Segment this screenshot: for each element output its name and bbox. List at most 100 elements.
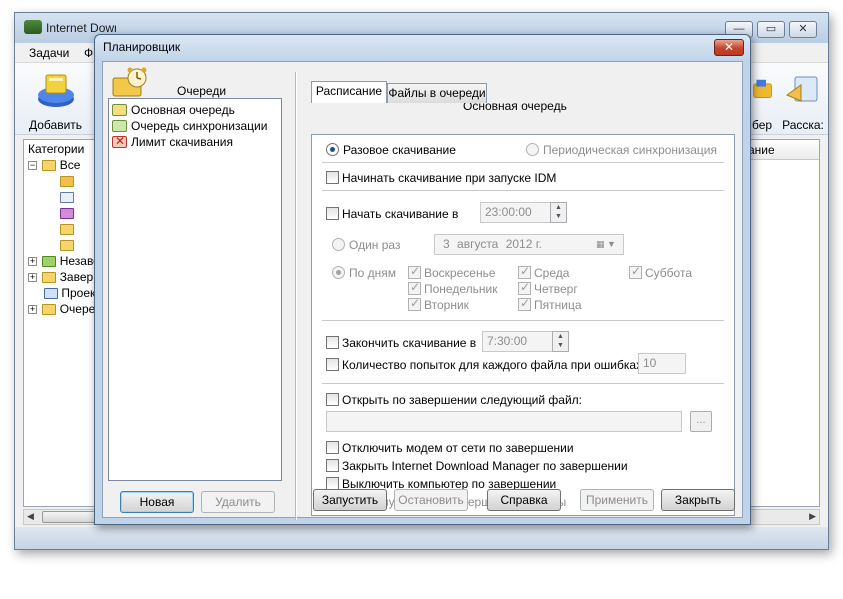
maximize-button[interactable]: ▭ xyxy=(757,21,785,38)
list-column-header[interactable]: ание xyxy=(746,140,819,160)
delete-queue-button[interactable]: Удалить xyxy=(201,491,275,513)
add-download-icon xyxy=(37,74,74,107)
checkbox-indicator xyxy=(518,264,531,279)
open-file-checkbox[interactable]: Открыть по завершении следующий файл: xyxy=(326,393,582,407)
stop-time-spinner[interactable]: ▲ ▼ xyxy=(552,331,569,352)
new-queue-button[interactable]: Новая xyxy=(120,491,194,513)
queue-label: Основная очередь xyxy=(131,103,235,117)
spin-down-icon[interactable]: ▼ xyxy=(553,341,568,350)
day-monday[interactable]: Понедельник xyxy=(408,280,498,296)
scrollbar-thumb[interactable] xyxy=(42,511,102,523)
grabber-icon xyxy=(753,79,772,98)
menu-file[interactable]: Ф xyxy=(84,46,93,60)
retries-field[interactable]: 10 xyxy=(638,353,686,374)
once-radio[interactable]: Один раз xyxy=(332,238,400,252)
tab-files-in-queue[interactable]: Файлы в очереди xyxy=(387,83,487,103)
finished-folder-icon xyxy=(42,272,57,284)
queue-item-limit[interactable]: Лимит скачивания xyxy=(112,134,233,151)
queue-label: Лимит скачивания xyxy=(131,135,233,149)
compressed-folder-icon xyxy=(60,176,74,188)
tab-schedule[interactable]: Расписание xyxy=(311,81,387,103)
help-button[interactable]: Справка xyxy=(487,489,561,511)
tree-sub-item[interactable] xyxy=(58,174,74,190)
sync-queue-icon xyxy=(112,120,127,132)
day-saturday[interactable]: Суббота xyxy=(629,264,692,280)
scroll-left-icon[interactable]: ◀ xyxy=(27,511,34,522)
queues-folder-icon xyxy=(42,304,57,316)
queues-list[interactable]: Основная очередь Очередь синхронизации Л… xyxy=(108,98,282,481)
date-year: 2012 г. xyxy=(505,237,542,251)
spin-down-icon[interactable]: ▼ xyxy=(551,212,566,221)
checkbox-indicator xyxy=(326,393,339,406)
stop-at-label: Закончить скачивание в xyxy=(342,336,477,350)
retries-checkbox[interactable]: Количество попыток для каждого файла при… xyxy=(326,358,645,372)
browse-file-button[interactable]: ... xyxy=(690,411,712,432)
tree-sub-item[interactable] xyxy=(58,238,74,254)
periodic-sync-radio[interactable]: Периодическая синхронизация xyxy=(526,143,717,157)
documents-folder-icon xyxy=(60,192,74,204)
categories-header: Категории xyxy=(28,142,85,156)
date-day: 3 xyxy=(443,237,450,251)
close-dialog-button[interactable]: Закрыть xyxy=(661,489,735,511)
stop-time-field[interactable]: 7:30:00 xyxy=(482,331,554,352)
start-on-startup-label: Начинать скачивание при запуске IDM xyxy=(342,171,557,185)
stop-queue-button[interactable]: Остановить xyxy=(394,489,468,511)
tree-expander[interactable]: + xyxy=(28,305,37,315)
day-wednesday[interactable]: Среда xyxy=(518,264,569,280)
retries-label: Количество попыток для каждого файла при… xyxy=(342,358,646,372)
queue-item-sync[interactable]: Очередь синхронизации xyxy=(112,119,267,135)
divider xyxy=(322,190,724,191)
video-folder-icon xyxy=(60,240,74,252)
day-label: Понедельник xyxy=(424,282,498,296)
calendar-dropdown-icon[interactable]: ▦ ▼ xyxy=(596,239,616,250)
day-label: Воскресенье xyxy=(424,266,496,280)
start-on-idm-startup-checkbox[interactable]: Начинать скачивание при запуске IDM xyxy=(326,171,556,185)
queue-item-main[interactable]: Основная очередь xyxy=(112,103,235,119)
tree-label: Все xyxy=(59,158,81,172)
day-thursday[interactable]: Четверг xyxy=(518,280,578,296)
exit-idm-checkbox[interactable]: Закрыть Internet Download Manager по зав… xyxy=(326,459,628,473)
dialog-title: Планировщик xyxy=(103,40,181,54)
tree-expander[interactable]: + xyxy=(28,273,37,283)
add-url-button[interactable]: Добавить xyxy=(29,71,82,132)
dialog-close-button[interactable]: ✕ xyxy=(714,39,744,56)
tree-sub-item[interactable] xyxy=(58,190,74,206)
idm-app-icon xyxy=(24,20,42,34)
checkbox-indicator xyxy=(326,459,339,472)
tree-item-all[interactable]: − Все xyxy=(28,158,80,174)
radio-indicator xyxy=(326,143,339,156)
day-friday[interactable]: Пятница xyxy=(518,296,582,312)
tree-expander[interactable]: + xyxy=(28,257,37,267)
main-window-title: Internet Download Manager 6.12 beta xyxy=(46,21,116,35)
tree-sub-item[interactable] xyxy=(58,222,74,238)
main-close-button[interactable]: ✕ xyxy=(789,21,817,38)
start-queue-button[interactable]: Запустить xyxy=(313,489,387,511)
scheduler-button[interactable]: Расска: xyxy=(781,71,825,132)
checkbox-indicator xyxy=(326,441,339,454)
day-sunday[interactable]: Воскресенье xyxy=(408,264,496,280)
checkbox-indicator xyxy=(518,280,531,295)
apply-button[interactable]: Применить xyxy=(580,489,654,511)
stop-at-checkbox[interactable]: Закончить скачивание в xyxy=(326,336,476,350)
one-time-radio[interactable]: Разовое скачивание xyxy=(326,143,456,157)
by-days-radio[interactable]: По дням xyxy=(332,266,396,280)
checkbox-indicator xyxy=(408,296,421,311)
spin-up-icon[interactable]: ▲ xyxy=(551,203,566,212)
hangup-checkbox[interactable]: Отключить модем от сети по завершении xyxy=(326,441,574,455)
divider xyxy=(322,320,724,321)
tree-expander[interactable]: − xyxy=(28,161,37,171)
radio-indicator xyxy=(332,266,345,279)
start-time-field[interactable]: 23:00:00 xyxy=(480,202,552,223)
checkbox-indicator xyxy=(518,296,531,311)
scroll-right-icon[interactable]: ▶ xyxy=(809,511,816,522)
queue-label: Очередь синхронизации xyxy=(131,119,268,133)
day-tuesday[interactable]: Вторник xyxy=(408,296,469,312)
spin-up-icon[interactable]: ▲ xyxy=(553,332,568,341)
start-time-spinner[interactable]: ▲ ▼ xyxy=(550,202,567,223)
menu-tasks[interactable]: Задачи xyxy=(29,46,69,60)
main-queue-icon xyxy=(112,104,127,116)
open-file-path-field[interactable] xyxy=(326,411,682,432)
tree-sub-item[interactable] xyxy=(58,206,74,222)
start-at-checkbox[interactable]: Начать скачивание в xyxy=(326,207,458,221)
dialog-title-bar: Планировщик ✕ xyxy=(95,35,750,59)
